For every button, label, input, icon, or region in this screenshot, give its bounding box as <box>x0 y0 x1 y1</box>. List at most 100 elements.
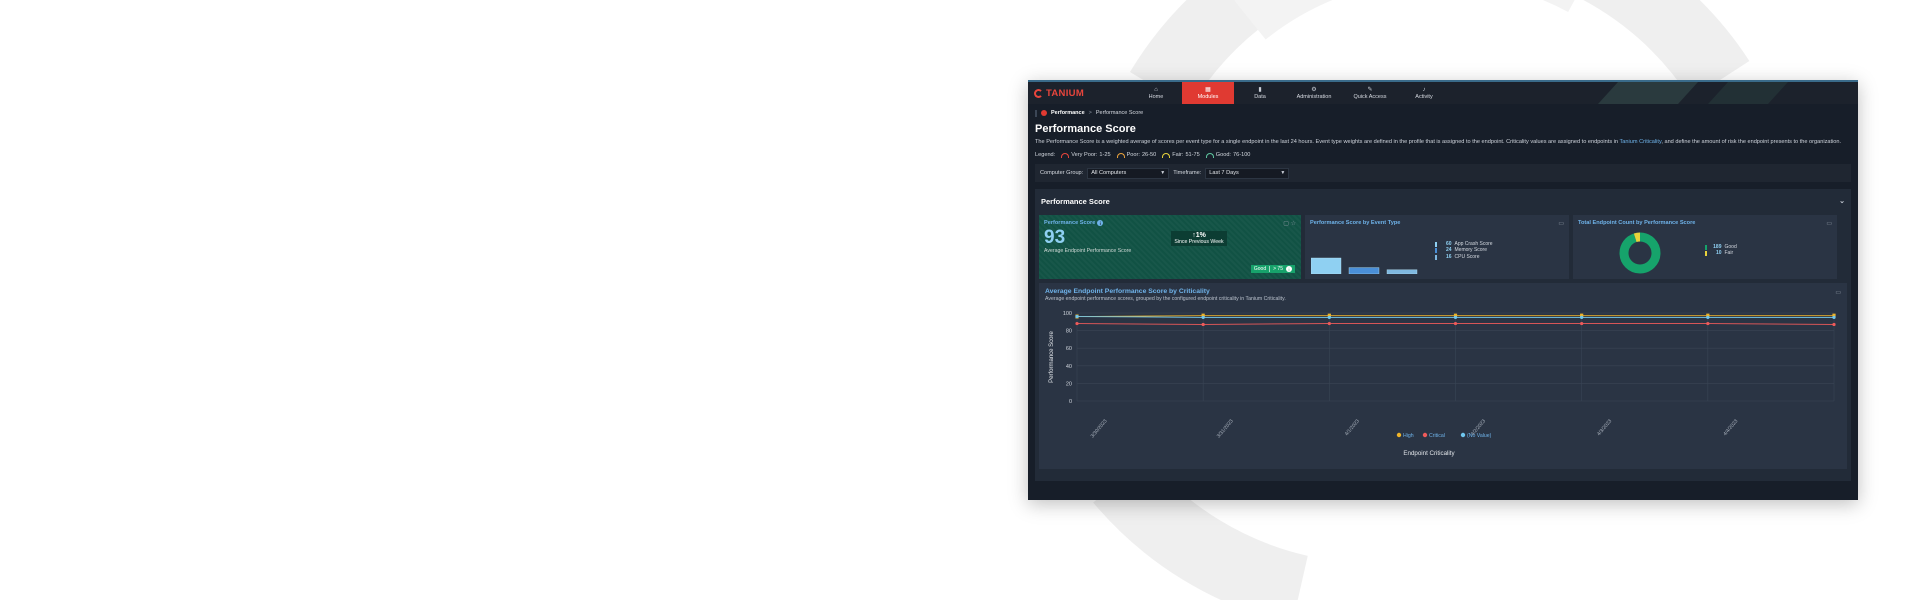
x-tick-label: 4/3/2023 <box>1596 418 1613 437</box>
endpoint-donut-chart <box>1619 232 1661 274</box>
score-delta: ↑1% Since Previous Week <box>1171 231 1227 246</box>
data-point[interactable] <box>1201 322 1205 327</box>
legend-item: Fair: 51-75 <box>1162 152 1200 158</box>
computer-group-value: All Computers <box>1091 170 1127 176</box>
page-title: Performance Score <box>1035 123 1136 135</box>
data-point[interactable] <box>1580 315 1584 319</box>
performance-score-panel: Performance Score ⌄ Performance Score i … <box>1035 189 1851 481</box>
nav-item-modules[interactable]: ▦ Modules <box>1182 82 1234 104</box>
nav-item-home[interactable]: ⌂ Home <box>1130 82 1182 104</box>
data-point[interactable] <box>1201 315 1205 319</box>
header-decoration <box>1598 82 1788 104</box>
nav-item-quick-access[interactable]: ✎ Quick Access <box>1342 82 1398 104</box>
monitor-icon[interactable]: ▭ <box>1826 220 1832 227</box>
info-icon[interactable]: i <box>1286 266 1292 272</box>
legend-swatch <box>1396 432 1402 438</box>
legend-item-name: Fair: <box>1172 152 1184 158</box>
data-point[interactable] <box>1453 315 1458 319</box>
legend-label: Legend: <box>1035 152 1056 158</box>
panel-title: Performance Score <box>1041 196 1110 206</box>
legend-item: Very Poor: 1-25 <box>1061 152 1111 158</box>
endpoint-count-legend: 189 Good 10 Fair <box>1705 244 1737 257</box>
monitor-icon[interactable]: ▭ <box>1835 289 1841 296</box>
legend-item-range: 26-50 <box>1141 152 1157 158</box>
nav-item-label: Data <box>1254 93 1266 100</box>
y-axis-label: Performance Score <box>1049 331 1055 383</box>
tanium-criticality-link[interactable]: Tanium Criticality <box>1619 139 1661 145</box>
computer-group-label: Computer Group: <box>1040 170 1084 176</box>
nav-item-label: Modules <box>1197 93 1219 100</box>
line-card-title: Average Endpoint Performance Score by Cr… <box>1045 288 1210 295</box>
x-tick-label: 3/31/2023 <box>1216 418 1235 439</box>
breadcrumb-module[interactable]: Performance <box>1051 110 1085 116</box>
data-point[interactable] <box>1706 315 1710 319</box>
badge-range: > 75 <box>1273 266 1283 272</box>
timeframe-label: Timeframe: <box>1173 170 1202 176</box>
legend-item: Good: 76-100 <box>1205 152 1251 158</box>
x-tick-label: 4/1/2023 <box>1344 418 1361 437</box>
legend-item-name: Good: <box>1215 152 1231 158</box>
card-actions-icon[interactable]: ▢ ☆ <box>1283 220 1296 227</box>
description-text-end: , and define the amount of risk the endp… <box>1661 139 1842 145</box>
data-point[interactable] <box>1327 315 1331 319</box>
chevron-down-icon: ▼ <box>1160 170 1166 176</box>
legend-swatch <box>1435 254 1437 260</box>
event-bar[interactable] <box>1311 257 1342 274</box>
monitor-icon[interactable]: ▭ <box>1558 220 1564 227</box>
status-badge: Good > 75 i <box>1250 265 1295 273</box>
event-bar[interactable] <box>1348 267 1380 274</box>
nav-item-label: Activity <box>1415 93 1433 100</box>
legend-entry[interactable]: Critical <box>1429 433 1445 439</box>
legend-entry[interactable]: (No Value) <box>1467 433 1492 439</box>
event-type-legend: 60 App Crash Score 24 Memory Score 16 CPU Sco… <box>1435 241 1493 260</box>
nav-item-administration[interactable]: ⚙ Administration <box>1286 82 1342 104</box>
gauge-icon <box>1162 152 1171 158</box>
gauge-icon <box>1116 152 1125 158</box>
event-type-bars <box>1311 257 1418 274</box>
collapse-chevron-icon[interactable]: ⌄ <box>1839 197 1845 205</box>
legend-swatch <box>1422 432 1428 438</box>
data-point[interactable] <box>1327 321 1331 326</box>
delta-value: ↑1% <box>1192 232 1206 239</box>
gauge-icon <box>1205 152 1214 158</box>
data-point[interactable] <box>1075 314 1079 319</box>
data-point[interactable] <box>1706 321 1710 326</box>
tanium-logo[interactable]: TANIUM <box>1028 88 1130 99</box>
event-bar[interactable] <box>1386 269 1418 274</box>
timeframe-select[interactable]: Last 7 Days ▼ <box>1205 167 1290 179</box>
legend-swatch <box>1435 248 1437 254</box>
criticality-line-card: Average Endpoint Performance Score by Cr… <box>1039 283 1847 469</box>
sidebar-toggle[interactable] <box>1035 109 1037 117</box>
data-point[interactable] <box>1580 321 1584 326</box>
legend-item-name: Very Poor: <box>1071 152 1098 158</box>
chevron-down-icon: ▼ <box>1280 170 1286 176</box>
score-subtitle: Average Endpoint Performance Score <box>1044 248 1132 254</box>
legend-item-range: 1-25 <box>1099 152 1111 158</box>
legend-swatch <box>1435 241 1437 247</box>
x-tick-label: 3/30/2023 <box>1090 418 1109 439</box>
data-point[interactable] <box>1832 315 1836 319</box>
data-point[interactable] <box>1453 321 1458 326</box>
grid-icon: ▦ <box>1205 86 1211 93</box>
description-text: The Performance Score is a weighted aver… <box>1035 139 1620 145</box>
panel-header[interactable]: Performance Score ⌄ <box>1039 193 1847 209</box>
legend-item-range: 76-100 <box>1233 152 1251 158</box>
nav-item-activity[interactable]: ♪ Activity <box>1398 82 1450 104</box>
nav-item-label: Quick Access <box>1353 93 1387 100</box>
donut-slice[interactable] <box>1619 232 1661 274</box>
performance-score-card: Performance Score i ▢ ☆ 93 Average Endpo… <box>1039 215 1301 279</box>
info-icon[interactable]: i <box>1097 220 1104 226</box>
legend-item-name: Poor: <box>1126 152 1140 158</box>
data-point[interactable] <box>1832 322 1836 327</box>
score-value: 93 <box>1044 227 1066 248</box>
top-navigation: TANIUM ⌂ Home ▦ Modules ▮ Data ⚙ Administration… <box>1028 82 1858 104</box>
nav-item-label: Home <box>1148 93 1164 100</box>
criticality-line-chart: 0 20 40 60 80 100 3/30/2023 3/31/2023 4/1/2023 4/… <box>1049 311 1836 457</box>
y-tick-label: 40 <box>1066 364 1072 370</box>
data-point[interactable] <box>1075 321 1079 326</box>
page-description: The Performance Score is a weighted aver… <box>1035 139 1847 146</box>
legend-entry[interactable]: High <box>1403 433 1414 439</box>
computer-group-select[interactable]: All Computers ▼ <box>1087 167 1170 179</box>
nav-item-data[interactable]: ▮ Data <box>1234 82 1286 104</box>
nav-item-label: Administration <box>1296 93 1332 100</box>
